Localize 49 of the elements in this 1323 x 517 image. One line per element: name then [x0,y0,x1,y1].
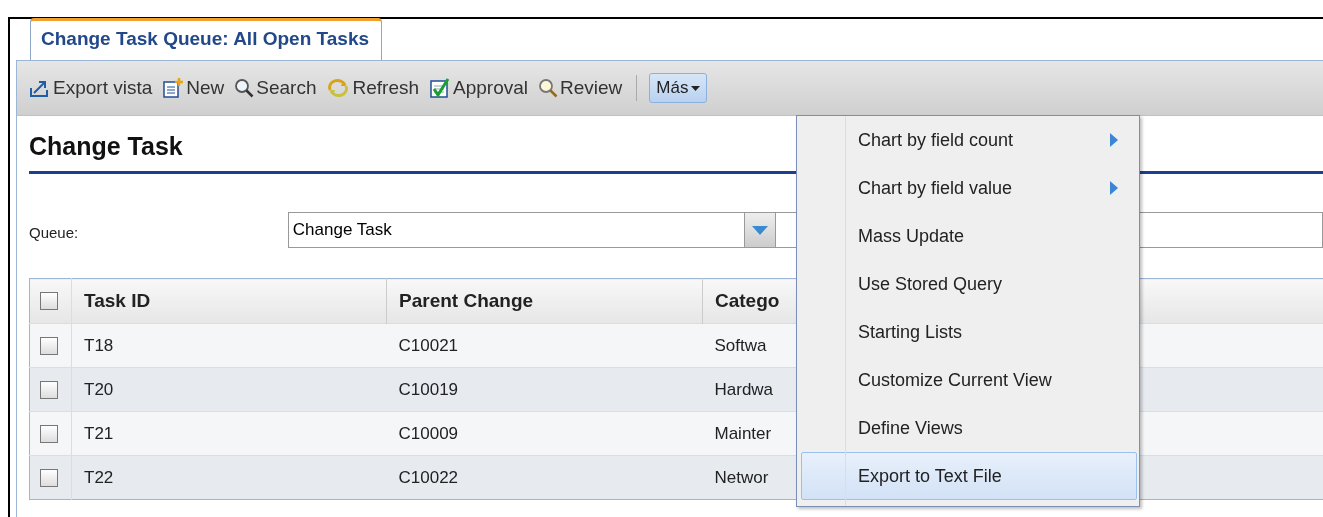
table-cell: Hardwa [714,379,774,399]
table-cell: C10022 [398,467,459,487]
row-checkbox[interactable] [40,468,58,487]
table-cell: Softwa [714,335,767,355]
export-arrow-icon [29,78,51,98]
table-cell: T21 [84,423,114,443]
row-checkbox[interactable] [40,424,58,443]
page-heading: Change Task [29,131,183,162]
dropdown-arrow-icon [751,225,768,235]
menu-item[interactable]: Chart by field value [801,164,1137,212]
search-icon [234,78,255,98]
table-cell: T22 [84,467,114,487]
column-header[interactable]: Parent Change [386,278,703,324]
toolbar-button[interactable]: Export vista [27,75,155,101]
submenu-arrow-icon [1110,133,1118,147]
table-cell: Networ [714,467,769,487]
menu-item[interactable]: Mass Update [801,212,1137,260]
toolbar-button[interactable]: Search [232,75,319,101]
toolbar-button[interactable]: New [160,75,227,101]
menu-item[interactable]: Customize Current View [801,356,1137,404]
submenu-arrow-icon [1110,181,1118,195]
select-all-checkbox[interactable] [40,292,58,310]
table-cell: T20 [84,379,114,399]
table-cell: C10019 [398,379,459,399]
table-cell: C10009 [398,423,459,443]
checkmark-document-icon [429,77,451,99]
menu-item[interactable]: Use Stored Query [801,260,1137,308]
table-cell: Mainter [714,423,772,443]
table-cell: C10021 [398,335,459,355]
toolbar-button[interactable]: Refresh [324,75,421,101]
row-checkbox[interactable] [40,336,58,355]
dropdown-button[interactable] [743,212,776,248]
menu-item[interactable]: Chart by field count [801,116,1137,164]
menu-item[interactable]: Export to Text File [801,452,1137,500]
column-header[interactable]: Task ID [71,278,387,324]
menu-item[interactable]: Starting Lists [801,308,1137,356]
queue-tab[interactable]: Change Task Queue: All Open Tasks [30,18,382,60]
table-cell: T18 [84,335,114,355]
magnifier-icon [538,78,558,98]
circular-arrows-icon [326,78,351,98]
row-checkbox[interactable] [40,380,58,399]
more-button[interactable]: Más [649,73,708,103]
queue-label: Queue: [29,223,80,241]
toolbar-button[interactable]: Review [536,75,625,101]
queue-field[interactable]: Change Task [287,212,744,248]
toolbar-button[interactable]: Approval [427,75,530,101]
document-plus-icon [162,77,185,99]
caret-icon [691,85,701,91]
menu-item[interactable]: Define Views [801,404,1137,452]
